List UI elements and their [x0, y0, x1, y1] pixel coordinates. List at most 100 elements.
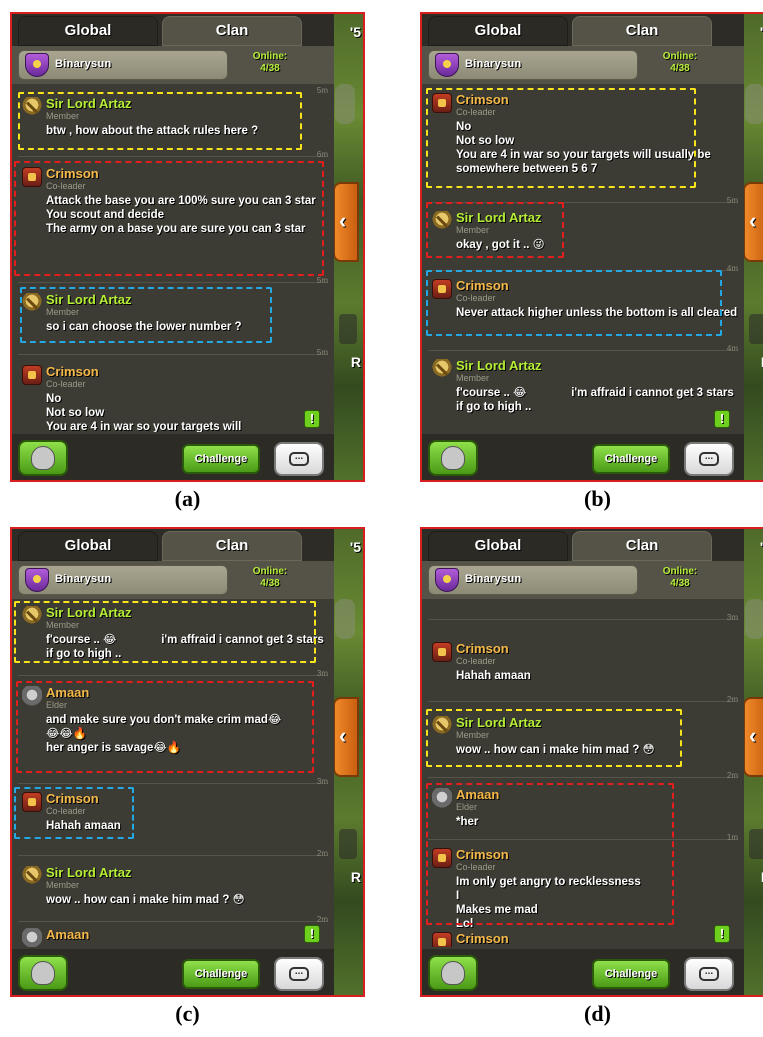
chat-panel: Global Clan Binarysun Online: 4/38 3m Cr…	[422, 529, 744, 995]
message-time: 3m	[316, 669, 328, 678]
member-rank-icon	[22, 97, 42, 117]
message-author[interactable]: Amaan	[46, 685, 89, 700]
collapse-chat-tab[interactable]: ‹	[333, 697, 359, 777]
chat-message: Sir Lord Artaz Member wow .. how can i m…	[16, 863, 330, 919]
message-time: 5m	[726, 196, 738, 205]
message-author[interactable]: Crimson	[46, 166, 99, 181]
coleader-rank-icon	[432, 93, 452, 113]
new-message-indicator-icon[interactable]: !	[714, 925, 730, 943]
message-text: Attack the base you are 100% sure you ca…	[46, 195, 316, 235]
message-text: No Not so low You are 4 in war so your t…	[46, 393, 242, 432]
screenshot-panel-a: '5 R ‹ Global Clan Binarysun Online: 4/3…	[10, 12, 365, 482]
message-author[interactable]: Crimson	[456, 92, 509, 107]
chat-message: Sir Lord Artaz Member so i can choose th…	[16, 290, 330, 350]
compose-message-button[interactable]: ...	[274, 957, 324, 991]
clan-header: Binarysun Online: 4/38	[422, 561, 744, 599]
collapse-chat-tab[interactable]: ‹	[743, 697, 763, 777]
message-author[interactable]: Sir Lord Artaz	[46, 292, 131, 307]
message-author[interactable]: Amaan	[46, 927, 89, 942]
chat-message: Amaan	[16, 925, 330, 947]
tab-global[interactable]: Global	[428, 531, 568, 561]
member-rank-icon	[22, 606, 42, 626]
collapse-chat-tab[interactable]: ‹	[743, 182, 763, 262]
side-label: '5	[349, 539, 361, 555]
message-author[interactable]: Amaan	[456, 787, 499, 802]
request-troops-button[interactable]	[428, 955, 478, 991]
tab-global[interactable]: Global	[428, 16, 568, 46]
message-text: so i can choose the lower number ?	[46, 321, 242, 333]
message-text: and make sure you don't make crim mad😂 😂…	[46, 714, 282, 754]
compose-message-button[interactable]: ...	[684, 442, 734, 476]
message-author[interactable]: Sir Lord Artaz	[46, 96, 131, 111]
message-author[interactable]: Crimson	[456, 931, 509, 946]
message-role: Co-leader	[46, 379, 86, 389]
chat-message: Sir Lord Artaz Member wow .. how can i m…	[426, 713, 740, 769]
challenge-button[interactable]: Challenge	[182, 959, 260, 989]
request-troops-button[interactable]	[18, 440, 68, 476]
panel-caption: (c)	[175, 1001, 200, 1026]
challenge-button[interactable]: Challenge	[592, 959, 670, 989]
challenge-button[interactable]: Challenge	[592, 444, 670, 474]
compose-message-button[interactable]: ...	[274, 442, 324, 476]
clan-shield-icon	[25, 53, 49, 77]
chat-footer: Challenge ...	[12, 434, 334, 480]
message-list[interactable]: 3m Crimson Co-leader Hahah amaan 2m Sir …	[422, 599, 744, 947]
message-author[interactable]: Crimson	[456, 278, 509, 293]
compose-message-button[interactable]: ...	[684, 957, 734, 991]
tab-clan[interactable]: Clan	[572, 16, 712, 46]
online-status: Online: 4/38	[250, 566, 290, 590]
message-time: 2m	[316, 849, 328, 858]
game-scenery: '5 R ‹	[329, 529, 363, 995]
member-rank-icon	[432, 359, 452, 379]
tab-clan[interactable]: Clan	[162, 16, 302, 46]
challenge-button[interactable]: Challenge	[182, 444, 260, 474]
message-list[interactable]: 5m Sir Lord Artaz Member btw , how about…	[12, 84, 334, 432]
message-author[interactable]: Crimson	[456, 641, 509, 656]
new-message-indicator-icon[interactable]: !	[714, 410, 730, 428]
online-label: Online:	[252, 51, 288, 62]
message-text: wow .. how can i make him mad ? 😳	[456, 744, 655, 756]
clan-header: Binarysun Online: 4/38	[422, 46, 744, 84]
online-status: Online: 4/38	[660, 566, 700, 590]
chat-message: Crimson Co-leader Never attack higher un…	[426, 276, 740, 344]
clan-info-button[interactable]: Binarysun	[18, 565, 228, 595]
clan-header: Binarysun Online: 4/38	[12, 46, 334, 84]
new-message-indicator-icon[interactable]: !	[304, 925, 320, 943]
message-divider	[18, 675, 328, 676]
message-list[interactable]: Sir Lord Artaz Member f'course .. 😂 i'm …	[12, 599, 334, 947]
clan-info-button[interactable]: Binarysun	[428, 565, 638, 595]
chat-panel: Global Clan Binarysun Online: 4/38 Crims…	[422, 14, 744, 480]
message-role: Member	[46, 111, 80, 121]
chevron-left-icon: ‹	[749, 208, 757, 233]
coleader-rank-icon	[22, 167, 42, 187]
chat-message: Crimson	[426, 929, 740, 947]
message-list[interactable]: Crimson Co-leader No Not so low You are …	[422, 84, 744, 432]
message-author[interactable]: Sir Lord Artaz	[456, 715, 541, 730]
message-author[interactable]: Sir Lord Artaz	[46, 605, 131, 620]
message-author[interactable]: Sir Lord Artaz	[456, 210, 541, 225]
chat-message: Amaan Elder and make sure you don't make…	[16, 683, 330, 773]
member-rank-icon	[22, 293, 42, 313]
request-troops-button[interactable]	[428, 440, 478, 476]
message-author[interactable]: Sir Lord Artaz	[46, 865, 131, 880]
request-troops-button[interactable]	[18, 955, 68, 991]
panel-caption: (d)	[584, 1001, 611, 1026]
collapse-chat-tab[interactable]: ‹	[333, 182, 359, 262]
new-message-indicator-icon[interactable]: !	[304, 410, 320, 428]
message-author[interactable]: Crimson	[46, 791, 99, 806]
message-divider	[18, 282, 328, 283]
tab-global[interactable]: Global	[18, 531, 158, 561]
message-role: Elder	[456, 802, 478, 812]
tab-clan[interactable]: Clan	[572, 531, 712, 561]
tab-clan[interactable]: Clan	[162, 531, 302, 561]
clan-info-button[interactable]: Binarysun	[428, 50, 638, 80]
clan-info-button[interactable]: Binarysun	[18, 50, 228, 80]
online-status: Online: 4/38	[250, 51, 290, 75]
message-author[interactable]: Crimson	[46, 364, 99, 379]
tab-global[interactable]: Global	[18, 16, 158, 46]
message-author[interactable]: Crimson	[456, 847, 509, 862]
message-author[interactable]: Sir Lord Artaz	[456, 358, 541, 373]
message-divider	[428, 839, 738, 840]
chat-message: Crimson Co-leader Attack the base you ar…	[16, 164, 330, 274]
chevron-left-icon: ‹	[339, 723, 347, 748]
